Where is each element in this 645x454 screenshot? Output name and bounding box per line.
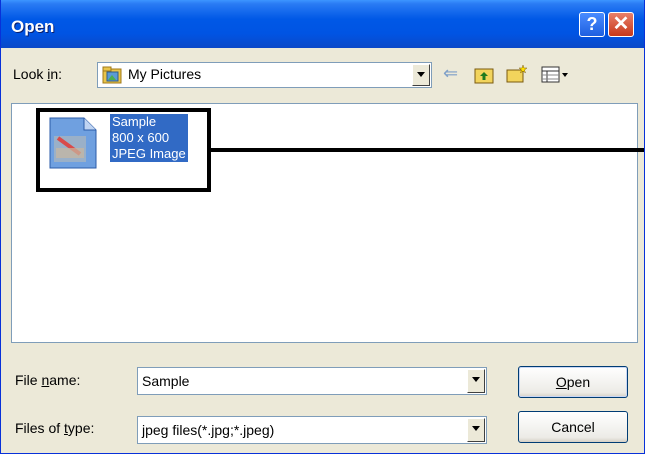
look-in-value: My Pictures	[128, 66, 202, 82]
file-name-value: Sample	[142, 373, 190, 389]
close-button[interactable]: ✕	[608, 12, 634, 37]
cancel-button[interactable]: Cancel	[518, 411, 628, 443]
new-folder-icon[interactable]	[506, 64, 528, 84]
chevron-down-icon[interactable]	[467, 369, 485, 393]
help-button[interactable]: ?	[579, 12, 605, 37]
file-name-input[interactable]: Sample	[137, 367, 487, 395]
file-type-value: jpeg files(*.jpg;*.jpeg)	[142, 422, 275, 438]
open-dialog: Open ? ✕ Look in: My Pictures ⇐ Sample 8…	[0, 0, 645, 454]
my-pictures-folder-icon	[102, 66, 122, 84]
file-type-dropdown[interactable]: jpeg files(*.jpg;*.jpeg)	[137, 416, 487, 444]
look-in-dropdown[interactable]: My Pictures	[97, 62, 432, 88]
callout-line	[211, 148, 644, 152]
title-bar[interactable]: Open ? ✕	[1, 0, 644, 48]
dialog-title: Open	[11, 17, 55, 36]
callout-highlight-box	[36, 108, 211, 192]
look-in-label: Look in:	[13, 66, 63, 82]
chevron-down-icon[interactable]	[467, 418, 485, 442]
chevron-down-icon[interactable]	[412, 64, 430, 86]
view-menu-icon[interactable]	[541, 66, 571, 84]
open-button[interactable]: Open	[518, 366, 628, 398]
file-name-label: File name:	[15, 372, 81, 388]
back-arrow-icon[interactable]: ⇐	[443, 63, 458, 84]
file-type-label: Files of type:	[15, 420, 95, 436]
up-folder-icon[interactable]	[474, 66, 494, 84]
